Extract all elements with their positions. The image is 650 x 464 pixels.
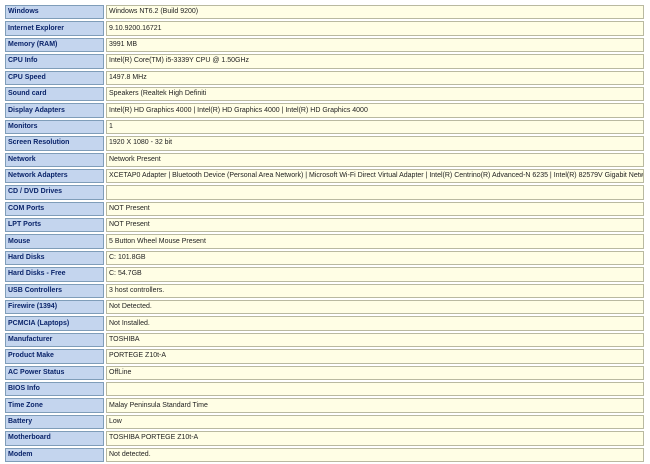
info-value-battery: Low (106, 414, 644, 430)
system-info-table: Windows Windows NT6.2 (Build 9200) Interne… (3, 3, 646, 464)
info-value-ac-power-status: OffLine (106, 365, 644, 380)
info-label-monitors: Monitors (5, 119, 104, 135)
info-label-cpu-info: CPU Info (5, 54, 104, 69)
info-value-monitors: 1 (106, 119, 644, 135)
info-value-product-make: PORTEGE Z10t-A (106, 349, 644, 364)
info-row-time-zone: Time Zone Malay Peninsula Standard Time (5, 398, 644, 413)
info-value-lpt-ports: NOT Present (106, 218, 644, 233)
info-value-usb-controllers: 3 host controllers. (106, 283, 644, 299)
info-value-mouse: 5 Button Wheel Mouse Present (106, 234, 644, 249)
info-row-manufacturer: Manufacturer TOSHIBA (5, 332, 644, 348)
info-label-motherboard: Motherboard (5, 431, 104, 446)
info-row-cpu-info: CPU Info Intel(R) Core(TM) i5-3339Y CPU @… (5, 54, 644, 69)
info-value-network-adapters: XCETAP0 Adapter | Bluetooth Device (Pers… (106, 168, 644, 184)
info-value-time-zone: Malay Peninsula Standard Time (106, 398, 644, 413)
info-value-hard-disks-free: C: 54.7GB (106, 267, 644, 282)
info-label-product-make: Product Make (5, 349, 104, 364)
info-row-screen-resolution: Screen Resolution 1920 X 1080 - 32 bit (5, 136, 644, 151)
info-label-modem: Modem (5, 447, 104, 462)
info-label-usb-controllers: USB Controllers (5, 283, 104, 299)
info-row-internet-explorer: Internet Explorer 9.10.9200.16721 (5, 21, 644, 36)
info-row-modem: Modem Not detected. (5, 447, 644, 462)
info-value-motherboard: TOSHIBA PORTEGE Z10t-A (106, 431, 644, 446)
info-value-firewire-1394: Not Detected. (106, 300, 644, 315)
info-label-sound-card: Sound card (5, 86, 104, 102)
info-value-bios-info (106, 381, 644, 397)
info-value-manufacturer: TOSHIBA (106, 332, 644, 348)
info-row-firewire-1394: Firewire (1394) Not Detected. (5, 300, 644, 315)
info-label-bios-info: BIOS Info (5, 381, 104, 397)
info-value-hard-disks: C: 101.8GB (106, 250, 644, 266)
info-row-mouse: Mouse 5 Button Wheel Mouse Present (5, 234, 644, 249)
info-label-manufacturer: Manufacturer (5, 332, 104, 348)
info-label-network: Network (5, 152, 104, 167)
info-label-lpt-ports: LPT Ports (5, 218, 104, 233)
info-row-sound-card: Sound card Speakers (Realtek High Definit… (5, 86, 644, 102)
info-value-display-adapters: Intel(R) HD Graphics 4000 | Intel(R) HD … (106, 103, 644, 118)
info-label-time-zone: Time Zone (5, 398, 104, 413)
info-label-cd-dvd-drives: CD / DVD Drives (5, 185, 104, 200)
info-row-lpt-ports: LPT Ports NOT Present (5, 218, 644, 233)
info-label-memory-ram: Memory (RAM) (5, 37, 104, 53)
info-value-screen-resolution: 1920 X 1080 - 32 bit (106, 136, 644, 151)
info-row-hard-disks: Hard Disks C: 101.8GB (5, 250, 644, 266)
info-row-display-adapters: Display Adapters Intel(R) HD Graphics 400… (5, 103, 644, 118)
system-info-rows: Windows Windows NT6.2 (Build 9200) Interne… (5, 5, 644, 462)
info-label-mouse: Mouse (5, 234, 104, 249)
info-row-windows: Windows Windows NT6.2 (Build 9200) (5, 5, 644, 20)
info-label-cpu-speed: CPU Speed (5, 70, 104, 85)
info-row-bios-info: BIOS Info (5, 381, 644, 397)
info-value-sound-card: Speakers (Realtek High Definiti (106, 86, 644, 102)
info-value-pcmcia-laptops: Not Installed. (106, 316, 644, 331)
info-row-ac-power-status: AC Power Status OffLine (5, 365, 644, 380)
info-label-firewire-1394: Firewire (1394) (5, 300, 104, 315)
info-row-monitors: Monitors 1 (5, 119, 644, 135)
info-row-product-make: Product Make PORTEGE Z10t-A (5, 349, 644, 364)
info-label-screen-resolution: Screen Resolution (5, 136, 104, 151)
info-value-cpu-info: Intel(R) Core(TM) i5-3339Y CPU @ 1.50GHz (106, 54, 644, 69)
info-value-internet-explorer: 9.10.9200.16721 (106, 21, 644, 36)
info-row-hard-disks-free: Hard Disks - Free C: 54.7GB (5, 267, 644, 282)
info-value-modem: Not detected. (106, 447, 644, 462)
info-row-com-ports: COM Ports NOT Present (5, 201, 644, 217)
info-value-cpu-speed: 1497.8 MHz (106, 70, 644, 85)
info-label-hard-disks: Hard Disks (5, 250, 104, 266)
info-label-hard-disks-free: Hard Disks - Free (5, 267, 104, 282)
info-label-ac-power-status: AC Power Status (5, 365, 104, 380)
info-value-memory-ram: 3991 MB (106, 37, 644, 53)
info-row-battery: Battery Low (5, 414, 644, 430)
info-value-com-ports: NOT Present (106, 201, 644, 217)
info-row-network-adapters: Network Adapters XCETAP0 Adapter | Blueto… (5, 168, 644, 184)
info-label-com-ports: COM Ports (5, 201, 104, 217)
info-value-cd-dvd-drives (106, 185, 644, 200)
info-row-memory-ram: Memory (RAM) 3991 MB (5, 37, 644, 53)
info-label-internet-explorer: Internet Explorer (5, 21, 104, 36)
info-label-battery: Battery (5, 414, 104, 430)
info-label-pcmcia-laptops: PCMCIA (Laptops) (5, 316, 104, 331)
info-row-pcmcia-laptops: PCMCIA (Laptops) Not Installed. (5, 316, 644, 331)
info-row-cpu-speed: CPU Speed 1497.8 MHz (5, 70, 644, 85)
info-value-windows: Windows NT6.2 (Build 9200) (106, 5, 644, 20)
info-row-motherboard: Motherboard TOSHIBA PORTEGE Z10t-A (5, 431, 644, 446)
info-row-cd-dvd-drives: CD / DVD Drives (5, 185, 644, 200)
info-row-usb-controllers: USB Controllers 3 host controllers. (5, 283, 644, 299)
info-label-windows: Windows (5, 5, 104, 20)
info-value-network: Network Present (106, 152, 644, 167)
info-row-network: Network Network Present (5, 152, 644, 167)
info-label-network-adapters: Network Adapters (5, 168, 104, 184)
info-label-display-adapters: Display Adapters (5, 103, 104, 118)
